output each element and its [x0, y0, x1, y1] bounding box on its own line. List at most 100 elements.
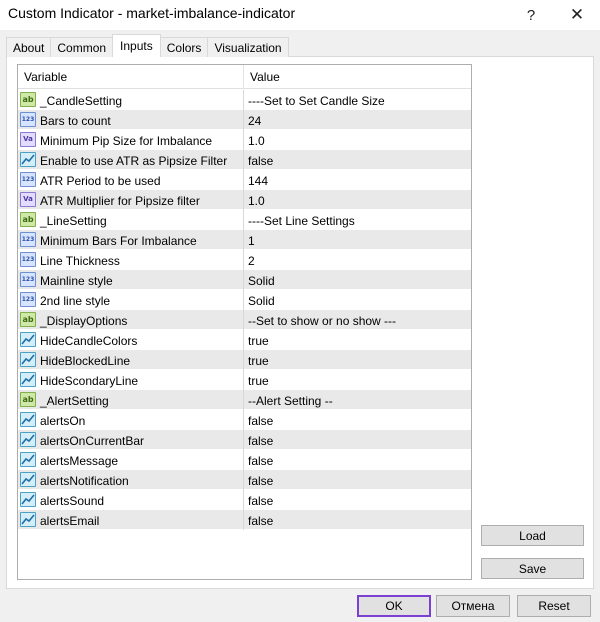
- save-button[interactable]: Save: [481, 558, 584, 579]
- variable-value[interactable]: false: [248, 434, 273, 448]
- variable-value[interactable]: false: [248, 454, 273, 468]
- variable-name: 2nd line style: [40, 294, 111, 308]
- variable-name: Minimum Pip Size for Imbalance: [40, 134, 213, 148]
- variable-value[interactable]: ----Set to Set Candle Size: [248, 94, 385, 108]
- ok-button[interactable]: OK: [357, 595, 431, 617]
- cell-divider: [243, 230, 244, 250]
- variable-value[interactable]: true: [248, 354, 269, 368]
- variable-value[interactable]: 1: [248, 234, 255, 248]
- variable-name: HideCandleColors: [40, 334, 138, 348]
- variable-name: ATR Period to be used: [40, 174, 161, 188]
- cancel-button[interactable]: Отмена: [436, 595, 510, 617]
- cell-divider: [243, 350, 244, 370]
- cell-divider: [243, 410, 244, 430]
- variable-value[interactable]: ----Set Line Settings: [248, 214, 355, 228]
- table-row[interactable]: alertsOnCurrentBar false: [18, 430, 471, 450]
- cell-divider: [243, 190, 244, 210]
- cell-divider: [243, 110, 244, 130]
- variable-value[interactable]: Solid: [248, 274, 275, 288]
- cell-divider: [243, 450, 244, 470]
- variable-value[interactable]: false: [248, 154, 273, 168]
- tab-colors[interactable]: Colors: [159, 37, 209, 57]
- variable-value[interactable]: true: [248, 374, 269, 388]
- table-row[interactable]: ab _LineSetting ----Set Line Settings: [18, 210, 471, 230]
- variable-value[interactable]: 1.0: [248, 194, 265, 208]
- table-row[interactable]: HideCandleColors true: [18, 330, 471, 350]
- variable-value[interactable]: --Alert Setting --: [248, 394, 333, 408]
- cell-divider: [243, 170, 244, 190]
- variable-name: _LineSetting: [40, 214, 107, 228]
- tab-visualization[interactable]: Visualization: [207, 37, 289, 57]
- table-row[interactable]: alertsEmail false: [18, 510, 471, 530]
- title-bar: Custom Indicator - market-imbalance-indi…: [0, 0, 600, 30]
- cell-divider: [243, 490, 244, 510]
- table-row[interactable]: ab _AlertSetting --Alert Setting --: [18, 390, 471, 410]
- cell-divider: [243, 290, 244, 310]
- table-row[interactable]: ab _CandleSetting ----Set to Set Candle Si…: [18, 90, 471, 110]
- table-row[interactable]: 123 Line Thickness 2: [18, 250, 471, 270]
- table-row[interactable]: ab _DisplayOptions --Set to show or no sho…: [18, 310, 471, 330]
- cell-divider: [243, 270, 244, 290]
- variable-value[interactable]: 1.0: [248, 134, 265, 148]
- table-row[interactable]: alertsOn false: [18, 410, 471, 430]
- bool-type-icon: [20, 412, 36, 427]
- help-button[interactable]: ?: [508, 0, 554, 30]
- cell-divider: [243, 330, 244, 350]
- tab-common[interactable]: Common: [50, 37, 114, 57]
- tab-inputs[interactable]: Inputs: [112, 34, 161, 57]
- variable-name: alertsOnCurrentBar: [40, 434, 145, 448]
- tab-about[interactable]: About: [6, 37, 52, 57]
- variable-name: _CandleSetting: [40, 94, 123, 108]
- reset-button[interactable]: Reset: [517, 595, 591, 617]
- variable-name: Minimum Bars For Imbalance: [40, 234, 197, 248]
- table-body: ab _CandleSetting ----Set to Set Candle Si…: [18, 90, 471, 530]
- variable-name: Mainline style: [40, 274, 113, 288]
- variable-name: alertsNotification: [40, 474, 129, 488]
- cell-divider: [243, 310, 244, 330]
- table-row[interactable]: alertsNotification false: [18, 470, 471, 490]
- cell-divider: [243, 130, 244, 150]
- string-type-icon: ab: [20, 312, 36, 327]
- table-row[interactable]: Enable to use ATR as Pipsize Filter false: [18, 150, 471, 170]
- load-button[interactable]: Load: [481, 525, 584, 546]
- bool-type-icon: [20, 152, 36, 167]
- table-row[interactable]: Va ATR Multiplier for Pipsize filter 1.0: [18, 190, 471, 210]
- variable-value[interactable]: 24: [248, 114, 261, 128]
- string-type-icon: ab: [20, 92, 36, 107]
- variable-value[interactable]: false: [248, 494, 273, 508]
- table-row[interactable]: 123 Mainline style Solid: [18, 270, 471, 290]
- table-row[interactable]: 123 Minimum Bars For Imbalance 1: [18, 230, 471, 250]
- variable-name: alertsSound: [40, 494, 105, 508]
- column-divider[interactable]: [243, 65, 244, 88]
- table-row[interactable]: HideScondaryLine true: [18, 370, 471, 390]
- variable-value[interactable]: --Set to show or no show ---: [248, 314, 396, 328]
- variable-value[interactable]: false: [248, 474, 273, 488]
- table-row[interactable]: alertsMessage false: [18, 450, 471, 470]
- close-button[interactable]: ✕: [554, 0, 600, 30]
- variable-value[interactable]: false: [248, 514, 273, 528]
- bool-type-icon: [20, 352, 36, 367]
- variable-value[interactable]: 144: [248, 174, 268, 188]
- table-row[interactable]: alertsSound false: [18, 490, 471, 510]
- cell-divider: [243, 470, 244, 490]
- variable-value[interactable]: Solid: [248, 294, 275, 308]
- table-row[interactable]: Va Minimum Pip Size for Imbalance 1.0: [18, 130, 471, 150]
- variable-value[interactable]: true: [248, 334, 269, 348]
- column-header-variable[interactable]: Variable: [24, 70, 67, 84]
- table-row[interactable]: 123 Bars to count 24: [18, 110, 471, 130]
- bool-type-icon: [20, 512, 36, 527]
- column-header-value[interactable]: Value: [250, 70, 280, 84]
- variable-name: alertsEmail: [40, 514, 100, 528]
- variable-value[interactable]: 2: [248, 254, 255, 268]
- table-row[interactable]: 123 2nd line style Solid: [18, 290, 471, 310]
- bool-type-icon: [20, 452, 36, 467]
- cell-divider: [243, 370, 244, 390]
- variable-value[interactable]: false: [248, 414, 273, 428]
- bool-type-icon: [20, 372, 36, 387]
- bool-type-icon: [20, 492, 36, 507]
- bool-type-icon: [20, 432, 36, 447]
- integer-type-icon: 123: [20, 172, 36, 187]
- cell-divider: [243, 390, 244, 410]
- table-row[interactable]: 123 ATR Period to be used 144: [18, 170, 471, 190]
- table-row[interactable]: HideBlockedLine true: [18, 350, 471, 370]
